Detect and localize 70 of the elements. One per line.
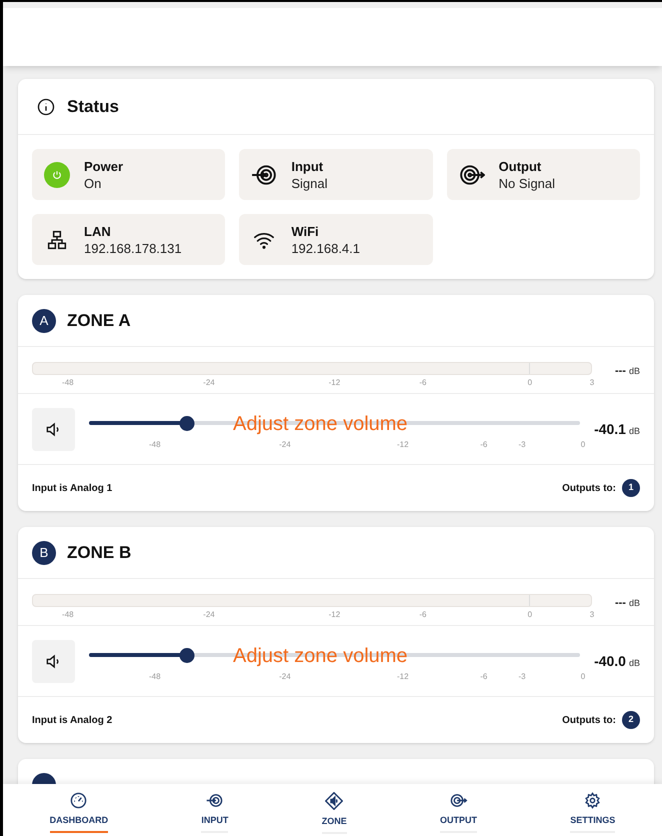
volume-reading: -40.1: [594, 420, 626, 438]
input-info: Input is Analog 2: [32, 714, 112, 728]
scale-label: -12: [328, 377, 340, 389]
tile-value: 192.168.178.131: [84, 240, 182, 256]
scale-label: 3: [590, 609, 594, 621]
scale-label: 3: [590, 377, 594, 389]
scale-label: 0: [528, 377, 532, 389]
zone-badge: B: [32, 540, 56, 564]
tile-label: Power: [84, 158, 124, 174]
scale-label: -6: [419, 609, 426, 621]
scale-label: -48: [149, 671, 161, 683]
scale-label: -24: [203, 377, 215, 389]
scale-label: -24: [279, 439, 291, 451]
scale-label: -3: [518, 439, 526, 451]
meter-reading: ---: [614, 364, 626, 379]
tile-value: Signal: [291, 174, 328, 192]
scale-label: -3: [518, 671, 526, 683]
tile-value: 192.168.4.1: [291, 240, 360, 256]
scale-label: -48: [149, 439, 161, 451]
zone-title: ZONE A: [67, 310, 131, 332]
speaker-diamond-icon: [325, 792, 344, 810]
volume-reading: -40.0: [594, 652, 626, 670]
power-icon: [52, 170, 62, 180]
mute-button[interactable]: [32, 408, 75, 450]
tooltip-text: Adjust zone volume: [233, 644, 408, 669]
scale-label: -12: [328, 609, 340, 621]
unit-label: dB: [628, 656, 640, 670]
scale-label: 0: [580, 439, 586, 451]
scale-label: 0: [580, 671, 586, 683]
unit-label: dB: [628, 424, 640, 438]
scale-label: -12: [396, 671, 409, 683]
target-arrow-icon: [449, 792, 468, 809]
info-icon: [37, 98, 55, 116]
scale-label: -48: [62, 609, 74, 621]
mute-button[interactable]: [32, 640, 75, 682]
scale-label: -6: [480, 671, 488, 683]
scale-label: -48: [62, 377, 74, 389]
settings-icon: [584, 792, 602, 809]
zone-badge: A: [32, 308, 56, 332]
nav-tab[interactable]: ZONE: [322, 792, 347, 834]
nav-tab[interactable]: SETTINGS: [570, 792, 616, 832]
tile-label: LAN: [84, 222, 112, 240]
zone-title: ZONE B: [67, 542, 132, 564]
nav-tab[interactable]: DASHBOARD: [50, 792, 108, 832]
scale-label: -6: [480, 439, 488, 451]
card-title: Status: [67, 96, 119, 118]
tile-value: No Signal: [498, 174, 556, 192]
tooltip-text: Adjust zone volume: [233, 412, 408, 437]
outputs-label: Outputs to:: [562, 714, 616, 728]
tile-label: Input: [291, 158, 324, 174]
tile-label: WiFi: [291, 222, 320, 240]
tile-value: On: [84, 174, 102, 192]
nav-tab[interactable]: OUTPUT: [440, 792, 477, 832]
outputs-label: Outputs to:: [562, 482, 616, 496]
unit-label: dB: [628, 365, 640, 378]
input-info: Input is Analog 1: [32, 482, 112, 496]
meter-reading: ---: [614, 596, 626, 611]
scale-label: -24: [203, 609, 215, 621]
scale-label: -6: [419, 377, 426, 389]
scale-label: -24: [279, 671, 291, 683]
tile-label: Output: [498, 158, 542, 174]
unit-label: dB: [628, 597, 640, 610]
target-arrow-icon: [205, 792, 224, 809]
scale-label: 0: [528, 609, 532, 621]
nav-tab[interactable]: INPUT: [201, 792, 228, 832]
output-badge: 1: [622, 479, 640, 497]
output-badge: 2: [622, 711, 640, 729]
scale-label: -12: [396, 439, 409, 451]
gauge-icon: [70, 792, 88, 809]
network-icon: [47, 230, 67, 250]
